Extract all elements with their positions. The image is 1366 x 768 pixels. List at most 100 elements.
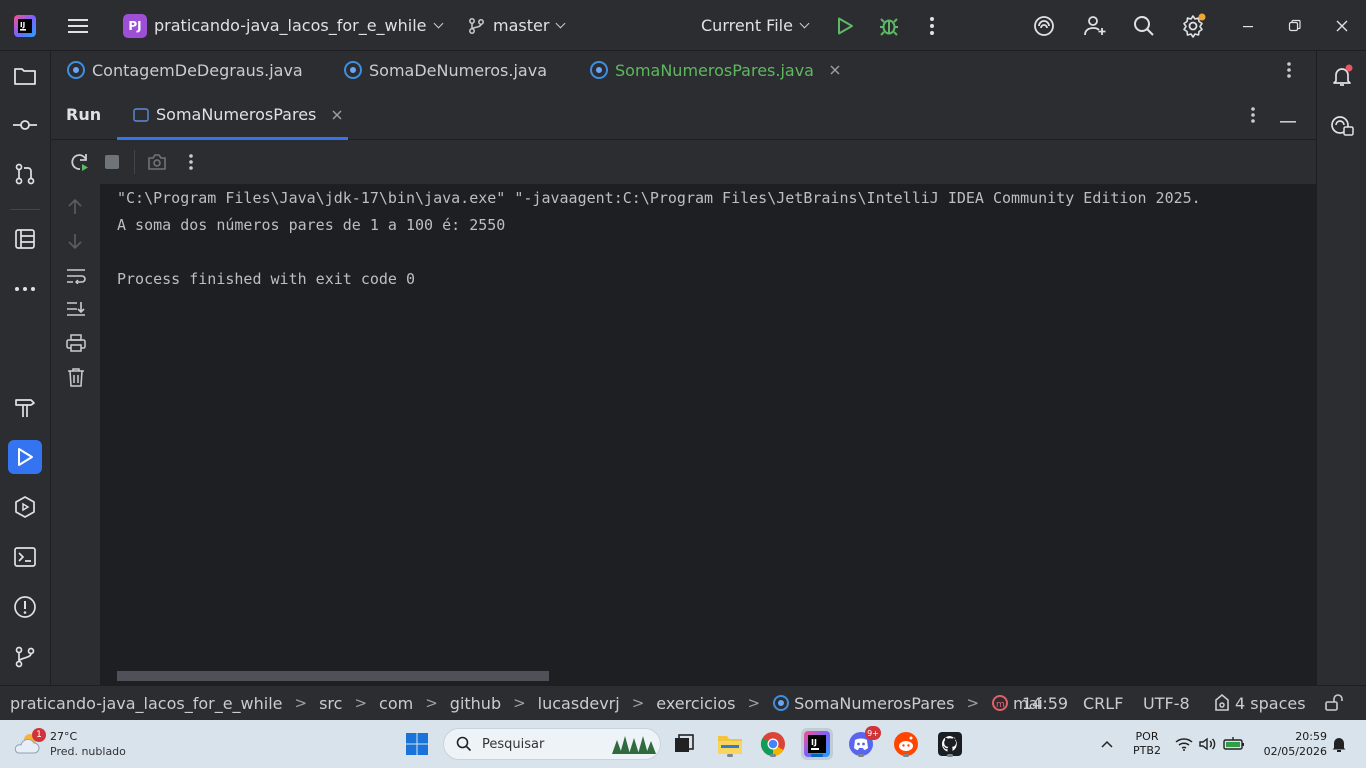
trees-decoration-icon bbox=[612, 736, 656, 754]
chevron-right-icon: > bbox=[631, 694, 645, 712]
chevron-up-icon[interactable] bbox=[1098, 720, 1116, 768]
run-window-header: Run SomaNumerosPares bbox=[51, 89, 1316, 140]
breadcrumb-item[interactable]: exercicios bbox=[656, 694, 735, 713]
java-class-icon bbox=[67, 61, 85, 79]
restore-icon[interactable] bbox=[1288, 0, 1302, 51]
console-output[interactable]: "C:\Program Files\Java\jdk-17\bin\java.e… bbox=[100, 184, 1316, 685]
branch-selector[interactable]: master bbox=[468, 0, 566, 51]
breadcrumb-item[interactable]: com bbox=[379, 694, 413, 713]
more-vertical-icon[interactable] bbox=[1286, 51, 1292, 89]
project-folder-icon[interactable] bbox=[8, 59, 42, 93]
camera-icon[interactable] bbox=[147, 153, 167, 175]
project-selector[interactable]: PJ praticando-java_lacos_for_e_while bbox=[123, 0, 443, 51]
run-icon[interactable] bbox=[835, 0, 855, 51]
print-icon[interactable] bbox=[66, 334, 86, 356]
status-bar: praticando-java_lacos_for_e_while > src > … bbox=[0, 685, 1366, 720]
editor-tab[interactable]: SomaDeNumeros.java bbox=[344, 51, 547, 89]
github-desktop-icon[interactable] bbox=[934, 728, 966, 760]
arrow-up-icon[interactable] bbox=[67, 198, 83, 220]
breadcrumb-item[interactable]: github bbox=[450, 694, 501, 713]
breadcrumb-item[interactable]: src bbox=[319, 694, 342, 713]
scroll-to-end-icon[interactable] bbox=[66, 301, 86, 321]
editor-tabs: ContagemDeDegraus.java SomaDeNumeros.jav… bbox=[51, 51, 1316, 89]
editor-tab[interactable]: ContagemDeDegraus.java bbox=[67, 51, 303, 89]
running-indicator bbox=[727, 754, 733, 757]
battery-icon[interactable] bbox=[1222, 720, 1246, 768]
debug-icon[interactable] bbox=[878, 0, 900, 51]
chrome-icon[interactable] bbox=[757, 728, 789, 760]
run-tab[interactable]: SomaNumerosPares bbox=[117, 89, 348, 140]
more-vertical-icon[interactable] bbox=[188, 153, 194, 175]
line-separator[interactable]: CRLF bbox=[1083, 686, 1123, 720]
breadcrumb-item[interactable]: praticando-java_lacos_for_e_while bbox=[10, 694, 283, 713]
breadcrumb-item[interactable]: lucasdevrj bbox=[538, 694, 620, 713]
file-explorer-icon[interactable] bbox=[714, 728, 746, 760]
pull-requests-icon[interactable] bbox=[8, 157, 42, 191]
task-view-icon[interactable] bbox=[668, 728, 700, 760]
settings-icon[interactable] bbox=[1181, 0, 1207, 51]
rerun-icon[interactable] bbox=[70, 152, 90, 176]
problems-icon[interactable] bbox=[8, 590, 42, 624]
more-horizontal-icon[interactable] bbox=[8, 272, 42, 306]
windows-start-icon[interactable] bbox=[403, 720, 431, 768]
clock[interactable]: 20:59 02/05/2026 bbox=[1255, 720, 1327, 768]
input-language[interactable]: POR PTB2 bbox=[1128, 720, 1166, 768]
taskbar-search[interactable]: Pesquisar bbox=[443, 728, 661, 760]
intellij-logo-icon[interactable]: IJ bbox=[14, 0, 36, 51]
weather-widget[interactable]: 1 27°C Pred. nublado bbox=[12, 720, 142, 768]
hide-window-icon[interactable] bbox=[1280, 113, 1296, 128]
ai-chat-icon[interactable] bbox=[1325, 109, 1359, 143]
discord-icon[interactable]: 9+ bbox=[845, 726, 881, 760]
build-hammer-icon[interactable] bbox=[8, 391, 42, 425]
branch-name: master bbox=[493, 16, 550, 35]
read-only-lock-icon[interactable] bbox=[1325, 686, 1343, 720]
project-name: praticando-java_lacos_for_e_while bbox=[154, 16, 427, 35]
search-placeholder: Pesquisar bbox=[482, 736, 545, 752]
close-tab-icon[interactable] bbox=[332, 110, 342, 120]
chevron-down-icon bbox=[799, 18, 810, 29]
notifications-bell-icon[interactable] bbox=[1325, 59, 1359, 93]
editor-tab-active[interactable]: SomaNumerosPares.java bbox=[590, 51, 840, 89]
add-user-icon[interactable] bbox=[1083, 0, 1107, 51]
chevron-right-icon: > bbox=[354, 694, 368, 712]
notification-center-icon[interactable] bbox=[1330, 720, 1348, 768]
terminal-icon[interactable] bbox=[8, 540, 42, 574]
git-icon[interactable] bbox=[8, 640, 42, 674]
java-class-icon bbox=[590, 61, 608, 79]
services-icon[interactable] bbox=[8, 490, 42, 524]
hamburger-menu-icon[interactable] bbox=[68, 0, 90, 51]
running-indicator bbox=[947, 754, 953, 757]
indent-label: 4 spaces bbox=[1235, 693, 1306, 713]
chevron-right-icon: > bbox=[513, 694, 526, 712]
indent-setting[interactable]: 4 spaces bbox=[1213, 686, 1306, 720]
run-window-title: Run bbox=[66, 104, 102, 124]
commit-icon[interactable] bbox=[8, 108, 42, 142]
cursor-position[interactable]: 14:59 bbox=[1022, 686, 1068, 720]
horizontal-scrollbar[interactable] bbox=[117, 671, 549, 681]
soft-wrap-icon[interactable] bbox=[66, 268, 86, 288]
arrow-down-icon[interactable] bbox=[67, 232, 83, 254]
trash-icon[interactable] bbox=[67, 367, 85, 391]
more-vertical-icon[interactable] bbox=[1250, 106, 1256, 128]
console-line: "C:\Program Files\Java\jdk-17\bin\java.e… bbox=[117, 189, 1201, 207]
intellij-taskbar-icon[interactable]: IJ bbox=[801, 728, 833, 760]
divider bbox=[134, 150, 135, 174]
ai-assistant-icon[interactable] bbox=[1032, 0, 1056, 51]
windows-taskbar: 1 27°C Pred. nublado Pesquisar IJ 9+ POR… bbox=[0, 720, 1366, 768]
wifi-icon[interactable] bbox=[1174, 720, 1194, 768]
close-icon[interactable] bbox=[1335, 0, 1349, 51]
file-encoding[interactable]: UTF-8 bbox=[1143, 686, 1190, 720]
reddit-icon[interactable] bbox=[890, 728, 922, 760]
run-tool-icon[interactable] bbox=[8, 440, 42, 474]
structure-icon[interactable] bbox=[8, 222, 42, 256]
clock-date: 02/05/2026 bbox=[1263, 745, 1327, 758]
breadcrumb-item[interactable]: SomaNumerosPares bbox=[794, 694, 954, 713]
stop-icon[interactable] bbox=[105, 155, 119, 169]
more-vertical-icon[interactable] bbox=[929, 0, 935, 51]
run-config-selector[interactable]: Current File bbox=[701, 0, 810, 51]
search-icon[interactable] bbox=[1132, 0, 1156, 51]
running-indicator bbox=[903, 754, 909, 757]
close-tab-icon[interactable] bbox=[830, 65, 840, 75]
volume-icon[interactable] bbox=[1198, 720, 1218, 768]
minimize-icon[interactable] bbox=[1242, 0, 1254, 51]
